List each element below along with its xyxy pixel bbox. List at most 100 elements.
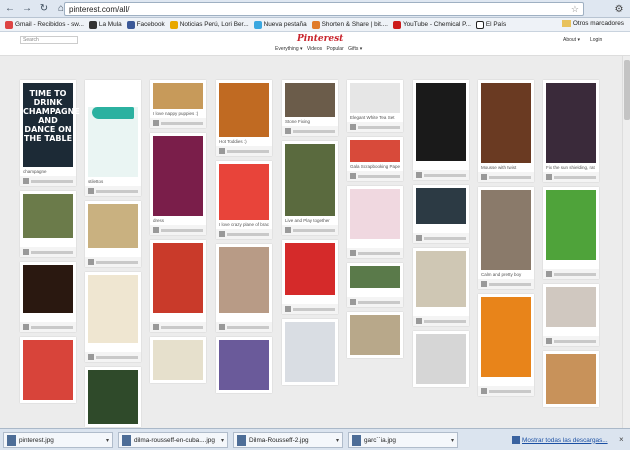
pin-card[interactable] <box>543 351 599 407</box>
pin-card[interactable]: Gala Scrapbooking Paper <box>347 137 403 181</box>
wrench-icon[interactable]: ⚙ <box>612 2 626 16</box>
reload-icon[interactable]: ↻ <box>37 2 51 16</box>
pin-card[interactable] <box>347 186 403 258</box>
pinterest-logo[interactable]: Pinterest <box>297 34 343 44</box>
pin-card[interactable] <box>20 337 76 403</box>
pin-card[interactable] <box>216 244 272 332</box>
pin-card[interactable]: Fix the sun shielding, rat chez <box>543 80 599 182</box>
scrollbar-thumb[interactable] <box>624 60 630 120</box>
avatar <box>23 249 29 255</box>
bookmark-noticias[interactable]: Noticias Perú, Lori Ber... <box>169 20 249 29</box>
pin-meta <box>20 322 76 332</box>
image-file-icon <box>7 434 16 446</box>
download-item[interactable]: pinterest.jpg ▾ <box>3 432 113 448</box>
bookmark-nueva-pestana[interactable]: Nueva pestaña <box>253 20 307 29</box>
pin-card[interactable] <box>85 201 141 267</box>
pin-card[interactable] <box>543 284 599 346</box>
pin-meta <box>216 322 272 332</box>
avatar <box>350 250 356 256</box>
pin-card[interactable] <box>543 187 599 279</box>
pin-card[interactable]: Elegant White Tea Set <box>347 80 403 132</box>
image-file-icon <box>352 434 361 446</box>
pin-caption <box>88 250 138 255</box>
pin-card[interactable] <box>20 262 76 332</box>
avatar <box>219 324 225 330</box>
download-item[interactable]: garc´´ia.jpg ▾ <box>348 432 458 448</box>
pin-card[interactable] <box>282 319 338 385</box>
pin-card[interactable] <box>20 191 76 257</box>
pin-image <box>285 83 335 117</box>
pin-card[interactable] <box>347 263 403 307</box>
pin-card[interactable] <box>150 240 206 332</box>
avatar <box>481 281 487 287</box>
pin-card[interactable] <box>413 185 469 243</box>
avatar <box>350 124 356 130</box>
dropdown-arrow-icon[interactable]: ▾ <box>336 437 339 444</box>
download-icon <box>512 436 520 444</box>
gmail-icon <box>5 20 13 29</box>
pin-card[interactable] <box>413 80 469 180</box>
search-input[interactable]: Search <box>20 36 78 44</box>
pin-card[interactable]: dress <box>150 133 206 235</box>
pin-card[interactable]: Stone Fixing <box>282 80 338 136</box>
bookmark-el-pais[interactable]: El País <box>475 20 506 29</box>
pin-card[interactable]: I love nappy puppies :) <box>150 80 206 128</box>
avatar <box>88 188 94 194</box>
pin-card[interactable]: stilettos <box>85 80 141 196</box>
pin-card[interactable] <box>85 272 141 362</box>
show-all-downloads-link[interactable]: Mostrar todas las descargas... <box>512 436 608 444</box>
pin-caption: Fix the sun shielding, rat chez <box>546 165 596 170</box>
avatar <box>546 174 552 180</box>
bookmark-la-mula[interactable]: La Mula <box>88 20 122 29</box>
pin-card[interactable] <box>150 337 206 383</box>
download-item[interactable]: Dilma-Rousseff-2.jpg ▾ <box>233 432 343 448</box>
nav-popular[interactable]: Popular <box>327 46 344 52</box>
pin-meta <box>282 225 338 235</box>
pin-card[interactable] <box>85 367 141 427</box>
dropdown-arrow-icon[interactable]: ▾ <box>451 437 454 444</box>
pin-card[interactable] <box>347 312 403 358</box>
pin-card[interactable] <box>282 240 338 314</box>
pin-meta <box>413 316 469 326</box>
bookmark-facebook[interactable]: Facebook <box>126 20 165 29</box>
pin-meta <box>150 118 206 128</box>
pin-card[interactable]: Live and Play together <box>282 141 338 235</box>
pin-caption <box>416 226 466 231</box>
pin-card[interactable] <box>413 248 469 326</box>
nav-videos[interactable]: Videos <box>307 46 322 52</box>
address-bar[interactable]: pinterest.com/all/ ☆ <box>64 2 584 16</box>
pin-caption: dress <box>153 218 165 223</box>
dropdown-arrow-icon[interactable]: ▾ <box>221 437 224 444</box>
pin-image <box>219 247 269 313</box>
login-link[interactable]: Login <box>590 37 602 43</box>
bookmark-star-icon[interactable]: ☆ <box>571 4 579 15</box>
download-item[interactable]: dilma-rousseff-en-cuba....jpg ▾ <box>118 432 228 448</box>
pin-card[interactable] <box>478 294 534 396</box>
nav-everything[interactable]: Everything ▾ <box>275 46 303 52</box>
close-icon[interactable]: × <box>619 435 624 444</box>
avatar <box>350 299 356 305</box>
pin-card[interactable]: I love crazy plane of bracelets <box>216 161 272 239</box>
pin-meta <box>282 126 338 136</box>
forward-arrow-icon[interactable]: → <box>20 2 34 16</box>
bookmark-youtube[interactable]: YouTube - Chemical P... <box>392 20 471 29</box>
back-arrow-icon[interactable]: ← <box>3 2 17 16</box>
page-scrollbar[interactable] <box>622 56 630 428</box>
pin-image <box>546 287 596 327</box>
other-bookmarks[interactable]: Otros marcadores <box>561 20 624 27</box>
pin-card[interactable] <box>413 331 469 387</box>
pin-caption: Gala Scrapbooking Paper <box>350 164 400 169</box>
pin-card[interactable]: TIME TO DRINK CHAMPAGNE AND DANCE ON THE… <box>20 80 80 186</box>
dropdown-arrow-icon[interactable]: ▾ <box>106 437 109 444</box>
pin-card[interactable]: Hot Toddies :) <box>216 80 272 156</box>
pin-card[interactable]: Mousse with twist <box>478 80 534 182</box>
bookmark-gmail[interactable]: Gmail - Recibidos - sw... <box>5 20 84 29</box>
bookmark-bitly[interactable]: Shorten & Share | bit.... <box>311 20 388 29</box>
pin-caption <box>481 379 531 384</box>
about-menu[interactable]: About ▾ <box>563 37 580 43</box>
pin-card[interactable] <box>216 337 272 393</box>
category-nav: Everything ▾ Videos Popular Gifts ▾ <box>275 46 365 52</box>
pin-card[interactable]: Calm and pretty boy <box>478 187 534 289</box>
nav-gifts[interactable]: Gifts ▾ <box>348 46 362 52</box>
image-file-icon <box>122 434 131 446</box>
